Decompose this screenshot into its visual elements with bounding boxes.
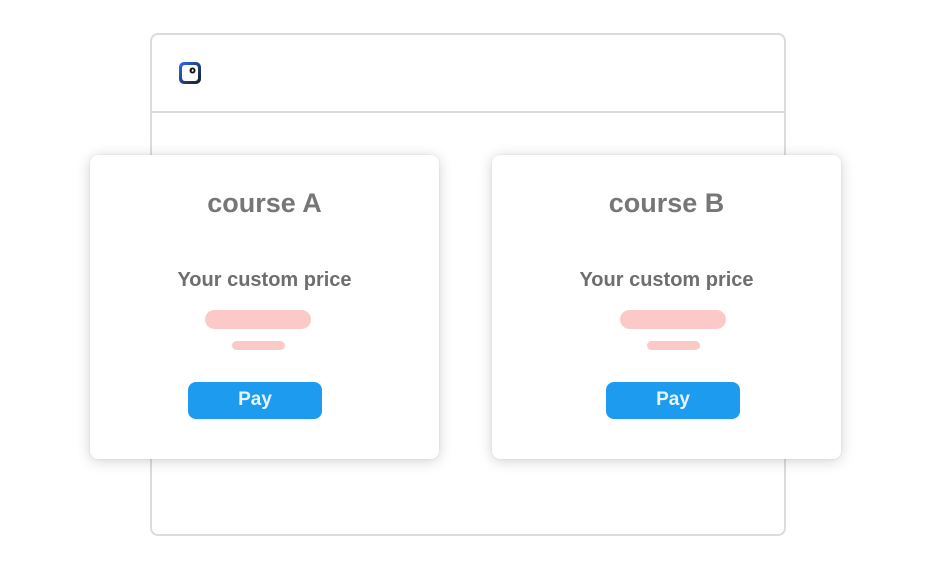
- pay-button[interactable]: Pay: [606, 382, 740, 419]
- course-title: course B: [608, 188, 725, 218]
- course-card-b: course B Your custom price Pay: [492, 155, 841, 459]
- window-header: [152, 35, 784, 113]
- price-placeholder: [620, 310, 726, 329]
- custom-price-label: Your custom price: [579, 269, 754, 291]
- app-logo-icon[interactable]: [178, 61, 202, 85]
- price-sub-placeholder: [647, 341, 700, 350]
- custom-price-label: Your custom price: [177, 269, 352, 291]
- course-title: course A: [207, 188, 322, 218]
- price-placeholder: [205, 310, 311, 329]
- pay-button[interactable]: Pay: [188, 382, 322, 419]
- course-card-a: course A Your custom price Pay: [90, 155, 439, 459]
- price-sub-placeholder: [232, 341, 285, 350]
